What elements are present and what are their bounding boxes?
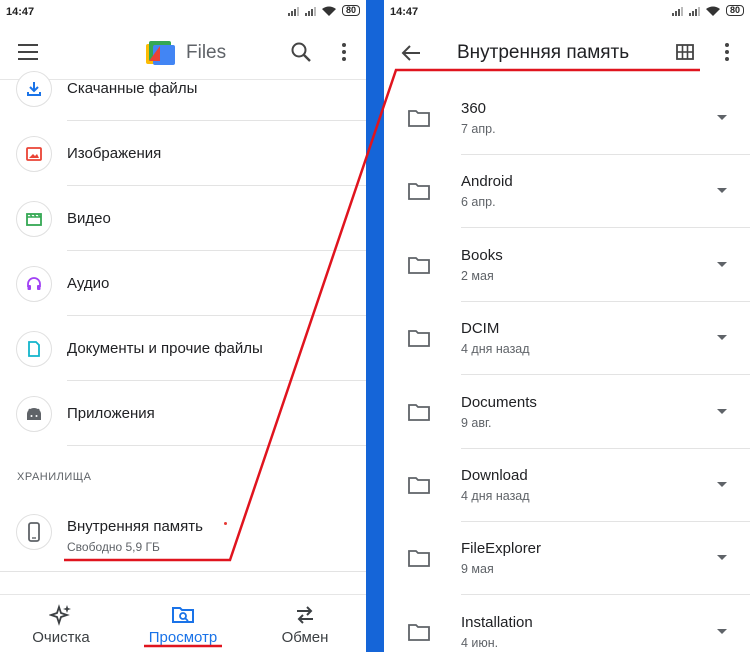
wifi-icon	[705, 6, 720, 16]
folder-date: 7 апр.	[461, 122, 496, 136]
folder-name: Books	[461, 246, 503, 264]
folder-icon	[408, 110, 430, 127]
category-label: Аудио	[67, 275, 110, 292]
folder-name: 360	[461, 100, 487, 117]
folder-name: FileExplorer	[461, 540, 542, 558]
category-label: Изображения	[67, 145, 162, 162]
folder-name: Documents	[461, 393, 537, 411]
files-home-screen: 14:47 80 Files Скачанные файлы Изображен…	[0, 0, 366, 652]
browse-icon	[172, 607, 194, 623]
expand-caret-icon[interactable]	[717, 482, 727, 487]
folder-icon	[408, 477, 430, 494]
folder-row[interactable]: Documents 9 авг.	[384, 376, 750, 449]
status-icons: 80	[671, 5, 744, 16]
nav-share[interactable]: Обмен	[244, 595, 366, 652]
expand-caret-icon[interactable]	[717, 115, 727, 120]
category-audio[interactable]: Аудио	[0, 252, 366, 316]
category-documents[interactable]: Документы и прочие файлы	[0, 317, 366, 381]
status-bar: 14:47 80	[384, 0, 750, 24]
storage-label: Внутренняя память	[67, 518, 203, 535]
expand-caret-icon[interactable]	[717, 408, 727, 414]
folder-icon	[408, 330, 430, 348]
folder-icon	[408, 550, 430, 568]
video-icon	[16, 201, 52, 237]
status-icons: 80	[287, 5, 360, 16]
expand-caret-icon[interactable]	[717, 628, 727, 634]
folder-icon	[408, 623, 430, 641]
category-label: Приложения	[67, 405, 155, 422]
signal-icon	[304, 6, 316, 16]
folder-date: 4 июн.	[461, 635, 499, 650]
folder-icon	[408, 403, 430, 421]
folder-row[interactable]: Download 4 дня назад	[384, 449, 750, 522]
folder-name: Download	[461, 467, 528, 484]
expand-caret-icon[interactable]	[717, 261, 727, 267]
panel-divider	[366, 0, 384, 652]
folder-icon	[408, 256, 430, 274]
expand-caret-icon[interactable]	[717, 335, 727, 341]
wifi-icon	[321, 6, 336, 16]
phone-icon	[16, 514, 52, 550]
status-time: 14:47	[390, 6, 419, 18]
nav-label: Обмен	[281, 629, 329, 646]
category-images[interactable]: Изображения	[0, 122, 366, 186]
category-downloads[interactable]: Скачанные файлы	[0, 57, 366, 121]
document-icon	[16, 331, 52, 367]
folder-date: 6 апр.	[461, 195, 496, 210]
status-time: 14:47	[6, 6, 35, 18]
folder-row[interactable]: Installation 4 июн.	[384, 596, 750, 652]
battery-icon: 80	[341, 5, 360, 16]
swap-icon	[297, 606, 313, 624]
storage-section-title: ХРАНИЛИЩА	[17, 471, 92, 483]
folder-name: Android	[461, 173, 513, 191]
internal-storage-item[interactable]: Внутренняя память Свободно 5,9 ГБ	[0, 502, 366, 572]
folder-date: 4 дня назад	[461, 489, 530, 503]
folder-name: DCIM	[461, 320, 500, 338]
more-options-icon[interactable]	[725, 43, 729, 61]
bottom-navigation: Очистка Просмотр Обмен	[0, 594, 366, 652]
category-label: Видео	[67, 210, 111, 227]
grid-view-icon[interactable]	[676, 44, 694, 60]
storage-free-space: Свободно 5,9 ГБ	[67, 540, 160, 554]
sparkle-icon	[49, 604, 71, 626]
folder-date: 2 мая	[461, 268, 494, 283]
folder-date: 4 дня назад	[461, 342, 530, 357]
folder-row[interactable]: 360 7 апр.	[384, 82, 750, 155]
folder-date: 9 мая	[461, 562, 494, 577]
folder-row[interactable]: Books 2 мая	[384, 229, 750, 302]
folder-header: Внутренняя память	[384, 26, 750, 78]
android-icon	[16, 396, 52, 432]
image-icon	[16, 136, 52, 172]
signal-icon	[671, 6, 683, 16]
folder-row[interactable]: DCIM 4 дня назад	[384, 302, 750, 376]
headphones-icon	[16, 266, 52, 302]
folder-name: Installation	[461, 613, 533, 631]
status-bar: 14:47 80	[0, 0, 366, 24]
nav-label: Очистка	[32, 629, 90, 646]
folder-icon	[408, 183, 430, 201]
category-video[interactable]: Видео	[0, 187, 366, 251]
battery-icon: 80	[725, 5, 744, 16]
back-arrow-icon[interactable]	[400, 42, 422, 64]
folder-row[interactable]: FileExplorer 9 мая	[384, 522, 750, 596]
nav-clean[interactable]: Очистка	[0, 595, 122, 652]
internal-storage-screen: 14:47 80 Внутренняя память 360 7 апр. Andr…	[384, 0, 750, 652]
nav-browse[interactable]: Просмотр	[122, 595, 244, 652]
category-apps[interactable]: Приложения	[0, 382, 366, 446]
folder-date: 9 авг.	[461, 415, 492, 430]
folder-title: Внутренняя память	[457, 42, 630, 63]
expand-caret-icon[interactable]	[717, 555, 727, 561]
signal-icon	[688, 6, 700, 16]
category-label: Скачанные файлы	[67, 80, 198, 97]
signal-icon	[287, 6, 299, 16]
download-icon	[16, 71, 52, 107]
folder-row[interactable]: Android 6 апр.	[384, 155, 750, 229]
expand-caret-icon[interactable]	[717, 188, 727, 194]
category-label: Документы и прочие файлы	[67, 340, 263, 357]
nav-label: Просмотр	[148, 629, 218, 646]
